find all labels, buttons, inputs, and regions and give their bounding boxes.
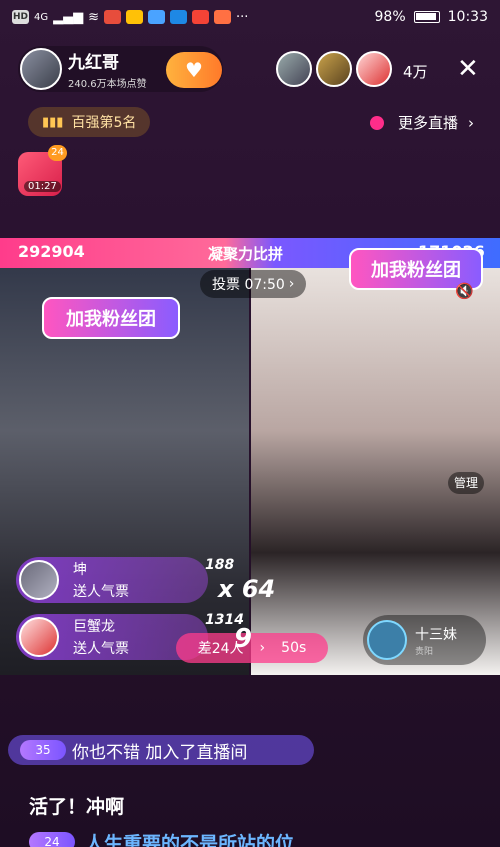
chevron-right-icon: › (259, 640, 266, 656)
viewer-avatar[interactable] (316, 51, 352, 87)
chat-message: 24 人生重要的不是所站的位 (29, 832, 294, 847)
sender-avatar[interactable] (19, 617, 59, 657)
signal-icon: ▂▄▆ (53, 9, 84, 25)
gift-message-text: 巨蟹龙 送人气票 (73, 616, 129, 658)
sender-name: 巨蟹龙 (73, 619, 115, 635)
opponent-avatar[interactable] (367, 620, 407, 660)
host-avatar[interactable] (20, 48, 62, 90)
gift-combo-overlay: 9 (234, 624, 253, 654)
heart-plus-icon: ♥ (185, 58, 203, 82)
battery-percent: 98% (374, 9, 406, 25)
red-packet-badge: 24 (48, 145, 67, 161)
network-type: 4G (34, 11, 49, 23)
join-notice: 35 你也不错 加入了直播间 (8, 735, 314, 765)
follow-button[interactable]: ♥ (166, 52, 222, 88)
opponent-name: 十三妹 (415, 626, 457, 643)
vote-button[interactable]: 投票 07:50 › (200, 270, 307, 298)
gift-combo: x 64 (218, 575, 276, 603)
red-packet-timer: 01:27 (24, 181, 61, 192)
host-info: 九红哥 240.6万本场点赞 (68, 48, 147, 90)
host-likes: 240.6万本场点赞 (68, 79, 147, 90)
join-text: 你也不错 加入了直播间 (72, 742, 248, 763)
fan-club-badge-left[interactable]: 加我粉丝团 (42, 297, 180, 339)
pk-title: 凝聚力比拼 (208, 245, 284, 263)
gift-count: 188 (205, 557, 235, 573)
more-notifications: ··· (236, 9, 249, 25)
opponent-card[interactable]: 十三妹 贵阳 (363, 615, 486, 665)
status-left: HD 4G ▂▄▆ ≋ ··· (12, 10, 248, 25)
status-right: 98% 10:33 (375, 9, 488, 25)
gift-action: 送人气票 (73, 641, 129, 657)
hd-icon: HD (12, 10, 29, 24)
live-dot-icon (370, 115, 384, 130)
host-name: 九红哥 (68, 53, 119, 73)
gift-message: 坤 送人气票 (16, 557, 208, 603)
vote-label: 投票 07:50 (212, 277, 285, 293)
viewer-avatar[interactable] (276, 51, 312, 87)
mute-icon[interactable]: 🔇 (455, 282, 474, 300)
clock: 10:33 (447, 9, 488, 25)
user-level-badge: 24 (29, 832, 75, 847)
chat-message-text: 人生重要的不是所站的位 (85, 832, 295, 847)
more-live-button[interactable]: 更多直播 › (370, 112, 474, 133)
user-level-badge: 35 (20, 740, 66, 760)
rank-label: 百强第5名 (71, 115, 137, 131)
chevron-right-icon: › (288, 276, 295, 292)
chevron-right-icon: › (468, 113, 475, 132)
gift-message-text: 坤 送人气票 (73, 559, 129, 601)
top-viewers[interactable] (276, 51, 392, 87)
app-notification-icon (126, 10, 144, 24)
status-bar: HD 4G ▂▄▆ ≋ ··· 98% 10:33 (0, 0, 500, 34)
rank-badge[interactable]: ▮▮▮ 百强第5名 (28, 107, 151, 137)
wifi-icon: ≋ (88, 9, 100, 25)
opponent-location: 贵阳 (415, 646, 434, 657)
opponent-info: 十三妹 贵阳 (407, 624, 457, 657)
sender-avatar[interactable] (19, 560, 59, 600)
close-icon[interactable]: ✕ (457, 56, 479, 82)
weibo-icon (214, 10, 232, 24)
app-notification-icon (148, 10, 166, 24)
chat-message: 活了！冲啊 (29, 796, 125, 818)
more-live-label: 更多直播 (398, 114, 459, 132)
viewer-avatar[interactable] (356, 51, 392, 87)
app-notification-icon (192, 10, 210, 24)
app-notification-icon (104, 10, 122, 24)
sender-name: 坤 (73, 562, 87, 578)
app-notification-icon (170, 10, 188, 24)
bar-chart-icon: ▮▮▮ (42, 114, 64, 130)
manage-button[interactable]: 管理 (448, 472, 485, 494)
battery-icon (413, 11, 440, 23)
gift-action: 送人气票 (73, 584, 129, 600)
pk-countdown: 50s (281, 640, 307, 656)
pk-score-left: 292904 (18, 242, 85, 261)
viewer-count[interactable]: 4万 (403, 61, 428, 82)
